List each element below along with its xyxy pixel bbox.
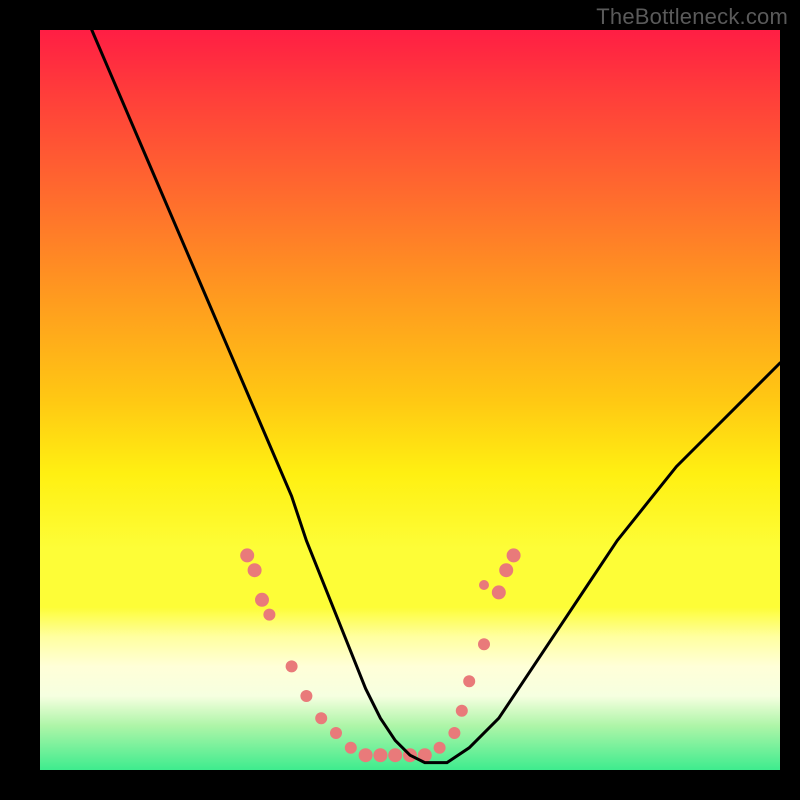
data-marker [434, 742, 446, 754]
data-marker [345, 742, 357, 754]
data-marker [240, 548, 254, 562]
data-marker [248, 563, 262, 577]
data-marker [479, 580, 489, 590]
data-markers [240, 548, 520, 762]
data-marker [478, 638, 490, 650]
data-marker [330, 727, 342, 739]
plot-area [40, 30, 780, 770]
data-marker [499, 563, 513, 577]
data-marker [373, 748, 387, 762]
bottleneck-curve [92, 30, 780, 763]
chart-frame: TheBottleneck.com [0, 0, 800, 800]
data-marker [286, 660, 298, 672]
data-marker [388, 748, 402, 762]
data-marker [359, 748, 373, 762]
data-marker [507, 548, 521, 562]
chart-svg [40, 30, 780, 770]
data-marker [255, 593, 269, 607]
data-marker [300, 690, 312, 702]
data-marker [263, 609, 275, 621]
data-marker [315, 712, 327, 724]
data-marker [492, 585, 506, 599]
data-marker [448, 727, 460, 739]
data-marker [463, 675, 475, 687]
data-marker [456, 705, 468, 717]
watermark-text: TheBottleneck.com [596, 4, 788, 30]
